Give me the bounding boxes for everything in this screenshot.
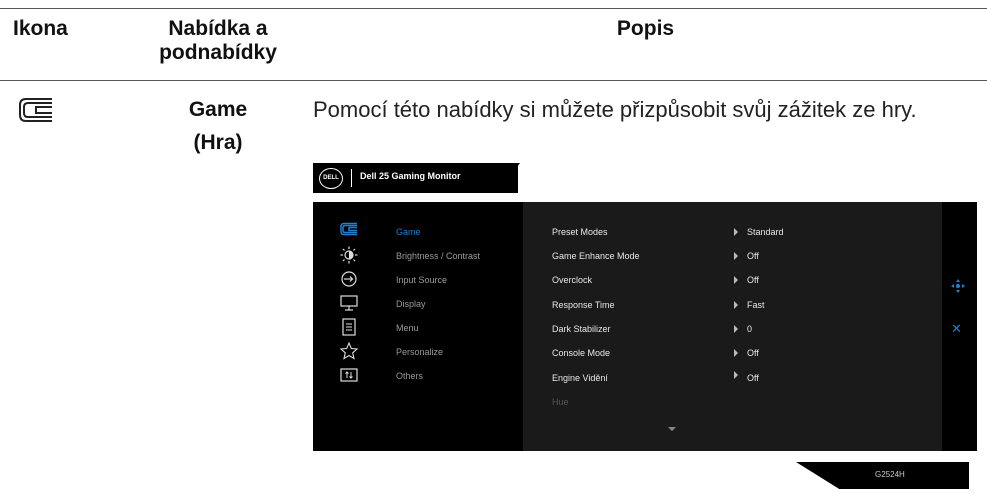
osd-menu-label: Brightness / Contrast <box>396 251 481 261</box>
setting-value: Fast <box>747 300 765 310</box>
header-icon: Ikona <box>13 17 68 40</box>
osd-menu-item-game[interactable]: Game <box>340 222 520 244</box>
others-icon <box>340 366 358 384</box>
osd-menu-item-input-source[interactable]: Input Source <box>340 270 520 292</box>
osd-menu-item-display[interactable]: Display <box>340 294 520 316</box>
osd-title-separator <box>351 169 352 187</box>
setting-name: Engine Vidění <box>552 373 608 383</box>
osd-menu-label: Personalize <box>396 347 444 357</box>
game-icon <box>340 222 358 240</box>
model-badge: G2524H <box>796 462 969 489</box>
setting-value: Off <box>747 373 759 383</box>
chevron-right-icon <box>734 371 738 379</box>
dell-logo: DELL <box>319 168 343 189</box>
osd-setting-overclock[interactable]: Overclock Off <box>552 270 932 292</box>
menu-description: Pomocí této nabídky si můžete přizpůsobi… <box>313 97 917 122</box>
osd-menu-label: Display <box>396 299 426 309</box>
display-icon <box>340 294 358 312</box>
close-icon[interactable]: ✕ <box>951 322 962 336</box>
chevron-right-icon <box>734 276 738 284</box>
setting-name: Preset Modes <box>552 227 608 237</box>
header-menu: Nabídka a podnabídky <box>148 17 288 65</box>
menu-name-line2: (Hra) <box>193 131 243 154</box>
model-name: G2524H <box>875 470 905 479</box>
osd-menu-label: Input Source <box>396 275 448 285</box>
osd-setting-console-mode[interactable]: Console Mode Off <box>552 343 932 365</box>
setting-name: Response Time <box>552 300 615 310</box>
setting-name: Hue <box>552 397 569 407</box>
chevron-right-icon <box>734 228 738 236</box>
setting-name: Game Enhance Mode <box>552 251 640 261</box>
scroll-down-icon[interactable] <box>668 427 676 431</box>
star-icon <box>339 341 359 360</box>
setting-name: Dark Stabilizer <box>552 324 611 334</box>
chevron-right-icon <box>734 325 738 333</box>
osd-menu-item-brightness[interactable]: Brightness / Contrast <box>340 246 520 268</box>
osd-menu-item-menu[interactable]: Menu <box>340 318 520 340</box>
table-top-rule <box>0 8 987 9</box>
chevron-right-icon <box>734 301 738 309</box>
setting-value: Off <box>747 251 759 261</box>
setting-value: 0 <box>747 324 753 334</box>
osd-menu-label: Others <box>396 371 424 381</box>
setting-name: Console Mode <box>552 348 611 358</box>
input-source-icon <box>340 270 358 288</box>
osd-setting-preset-modes[interactable]: Preset Modes Standard <box>552 222 932 244</box>
brightness-icon <box>340 246 358 264</box>
header-menu-line2: podnabídky <box>159 41 277 64</box>
menu-icon <box>340 318 358 336</box>
osd-setting-engine-videni[interactable]: Engine Vidění Off <box>552 368 932 390</box>
menu-name-line1: Game <box>188 98 248 121</box>
osd-title-tab-corner <box>498 163 520 193</box>
osd-menu-label: Menu <box>396 323 419 333</box>
osd-setting-dark-stabilizer[interactable]: Dark Stabilizer 0 <box>552 319 932 341</box>
move-icon[interactable] <box>951 279 965 293</box>
chevron-right-icon <box>734 252 738 260</box>
osd-title: Dell 25 Gaming Monitor <box>360 171 461 181</box>
header-description: Popis <box>616 17 675 40</box>
setting-value: Standard <box>747 227 784 237</box>
menu-name: Game (Hra) <box>148 93 288 159</box>
setting-value: Off <box>747 275 759 285</box>
osd-menu-item-personalize[interactable]: Personalize <box>339 341 520 364</box>
setting-value: Off <box>747 348 759 358</box>
osd-setting-response-time[interactable]: Response Time Fast <box>552 295 932 317</box>
setting-name: Overclock <box>552 275 593 285</box>
game-icon <box>18 97 54 123</box>
chevron-right-icon <box>734 349 738 357</box>
table-header-rule <box>0 80 987 81</box>
osd-menu-label: Game <box>396 227 421 237</box>
osd-setting-game-enhance-mode[interactable]: Game Enhance Mode Off <box>552 246 932 268</box>
osd-setting-hue[interactable]: Hue <box>552 392 932 414</box>
osd-menu-item-others[interactable]: Others <box>340 366 520 388</box>
header-menu-line1: Nabídka a <box>168 17 268 40</box>
